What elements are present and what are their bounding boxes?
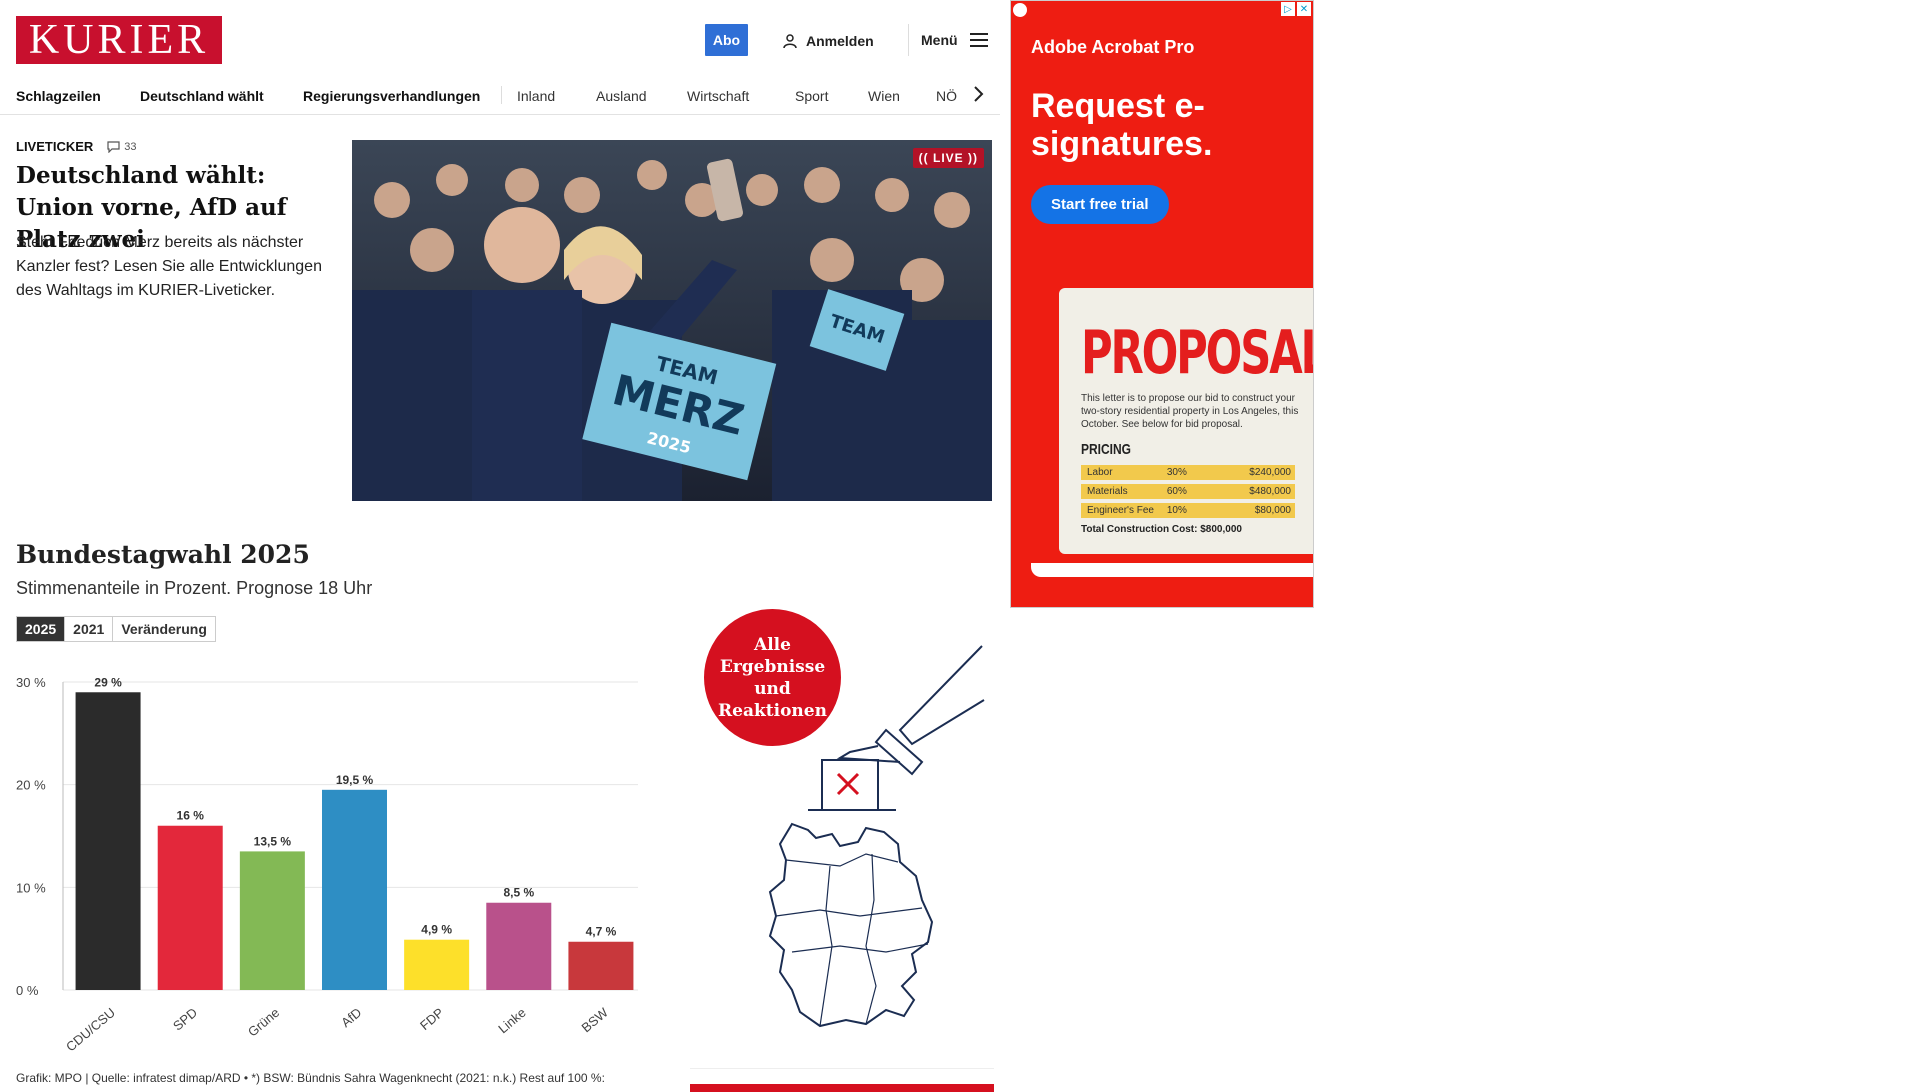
election-bar-chart: 0 % 10 % 20 % 30 % 29 % CDU/CSU 16 % SPD 13,5 % G… — [16, 675, 638, 1055]
nav-item-ausland[interactable]: Ausland — [596, 88, 647, 104]
ad-headline: Request e-signatures. — [1031, 87, 1213, 163]
nav-item-schlagzeilen[interactable]: Schlagzeilen — [16, 88, 101, 104]
y-tick-label: 0 % — [16, 983, 39, 998]
chevron-right-icon[interactable] — [968, 84, 988, 104]
x-tick-label: CDU/CSU — [63, 1005, 118, 1055]
menu-button[interactable]: Menü — [908, 24, 988, 56]
abo-button[interactable]: Abo — [705, 24, 748, 56]
comment-icon — [107, 140, 120, 153]
pricing-row: Labor 30% $240,000 — [1081, 465, 1295, 480]
y-tick-label: 10 % — [16, 880, 46, 895]
proposal-text: This letter is to propose our bid to con… — [1081, 393, 1299, 430]
nav-item-deutschland-waehlt[interactable]: Deutschland wählt — [140, 88, 264, 104]
pricing-cell: $240,000 — [1249, 467, 1291, 478]
user-icon — [783, 34, 797, 49]
ad-controls: ▷ ✕ — [1281, 2, 1311, 16]
nav-item-wien[interactable]: Wien — [868, 88, 900, 104]
bar-linke[interactable] — [486, 902, 552, 990]
nav-item-regierungsverhandlungen[interactable]: Regierungsverhandlungen — [303, 88, 480, 104]
bar-value-label: 4,7 % — [586, 925, 617, 939]
x-tick-label: SPD — [170, 1005, 200, 1034]
tab-2025[interactable]: 2025 — [17, 617, 66, 641]
pricing-row: Engineer's Fee 10% $80,000 — [1081, 503, 1295, 518]
divider — [690, 1068, 994, 1069]
pricing-table: Labor 30% $240,000 Materials 60% $480,00… — [1081, 465, 1295, 522]
pricing-cell: $480,000 — [1249, 486, 1291, 497]
pricing-total: Total Construction Cost: $800,000 — [1081, 524, 1242, 535]
x-tick-label: FDP — [417, 1005, 447, 1033]
menu-label: Menü — [921, 32, 958, 48]
teaser-text[interactable]: Steht Friedrich Merz bereits als nächste… — [16, 231, 336, 303]
bar-bsw[interactable] — [568, 941, 634, 990]
nav-item-inland[interactable]: Inland — [517, 88, 555, 104]
x-tick-label: Linke — [495, 1005, 528, 1036]
bar-value-label: 13,5 % — [254, 834, 292, 848]
adobe-ad[interactable]: ▷ ✕ Adobe Acrobat Pro Request e-signatur… — [1010, 0, 1314, 608]
bar-afd[interactable] — [322, 789, 387, 990]
main-navigation: Schlagzeilen Deutschland wählt Regierung… — [0, 74, 1000, 115]
bar-gr-ne[interactable] — [239, 851, 305, 990]
pricing-cell: Materials — [1087, 486, 1128, 497]
pricing-cell: 60% — [1166, 486, 1187, 497]
x-tick-label: AfD — [338, 1005, 364, 1030]
x-tick-label: Grüne — [245, 1005, 282, 1040]
pricing-cell: 10% — [1166, 505, 1187, 516]
y-tick-label: 30 % — [16, 675, 46, 690]
close-icon[interactable]: ✕ — [1297, 2, 1311, 16]
pricing-cell: Engineer's Fee — [1087, 505, 1154, 516]
x-tick-label: BSW — [579, 1004, 612, 1035]
bar-fdp[interactable] — [404, 939, 470, 990]
bar-cdu-csu[interactable] — [75, 692, 141, 990]
nav-item-wirtschaft[interactable]: Wirtschaft — [687, 88, 749, 104]
bar-value-label: 4,9 % — [421, 923, 452, 937]
bar-value-label: 29 % — [94, 675, 122, 689]
ad-info-icon[interactable]: ▷ — [1281, 2, 1295, 16]
kicker-label: LIVETICKER — [16, 139, 94, 154]
start-trial-button[interactable]: Start free trial — [1031, 185, 1169, 224]
login-button[interactable]: Anmelden — [782, 30, 874, 52]
live-badge-label: LIVE — [933, 151, 964, 165]
teaser-kicker: LIVETICKER 33 — [16, 139, 137, 154]
login-label: Anmelden — [806, 33, 874, 49]
bar-value-label: 16 % — [177, 809, 205, 823]
kurier-logo[interactable]: KURIER — [16, 16, 222, 64]
tab-veraenderung[interactable]: Veränderung — [113, 617, 215, 641]
accent-bar — [690, 1084, 994, 1092]
live-badge: (( LIVE )) — [912, 148, 984, 168]
ad-brand: Adobe Acrobat Pro — [1031, 37, 1195, 57]
results-button[interactable]: Alle Ergebnisse und Reaktionen — [704, 609, 841, 746]
tab-2021[interactable]: 2021 — [65, 617, 114, 641]
bar-value-label: 8,5 % — [503, 886, 534, 900]
pricing-row: Materials 60% $480,000 — [1081, 484, 1295, 499]
comment-count[interactable]: 33 — [107, 140, 137, 153]
pricing-cell: Labor — [1087, 467, 1113, 478]
chart-footnote: Grafik: MPO | Quelle: infratest dimap/AR… — [16, 1071, 605, 1085]
bar-spd[interactable] — [157, 825, 223, 990]
pricing-cell: $80,000 — [1254, 505, 1291, 516]
nav-item-sport[interactable]: Sport — [795, 88, 828, 104]
ad-choices-icon[interactable] — [1013, 3, 1027, 17]
logo-text: KURIER — [28, 17, 210, 63]
nav-divider — [501, 86, 502, 104]
election-tabs: 2025 2021 Veränderung — [16, 616, 216, 642]
y-tick-label: 20 % — [16, 778, 46, 793]
bar-value-label: 19,5 % — [336, 773, 374, 787]
comment-count-value: 33 — [124, 140, 137, 153]
election-title: Bundestagwahl 2025 — [16, 540, 310, 569]
laptop-base — [1031, 563, 1313, 577]
pricing-label: PRICING — [1081, 441, 1132, 458]
proposal-title: PROPOSAL — [1081, 318, 1314, 388]
election-subtitle: Stimmenanteile in Prozent. Prognose 18 U… — [16, 578, 373, 598]
hamburger-icon — [969, 33, 988, 47]
crowd-photo-illustration: TEAM MERZ 2025 TEAM — [352, 140, 992, 501]
nav-item-noe[interactable]: NÖ — [936, 88, 957, 104]
pricing-cell: 30% — [1166, 467, 1187, 478]
hero-image[interactable]: TEAM MERZ 2025 TEAM (( LIVE )) — [352, 140, 992, 501]
ad-document-mockup: PROPOSAL This letter is to propose our b… — [1059, 288, 1314, 554]
